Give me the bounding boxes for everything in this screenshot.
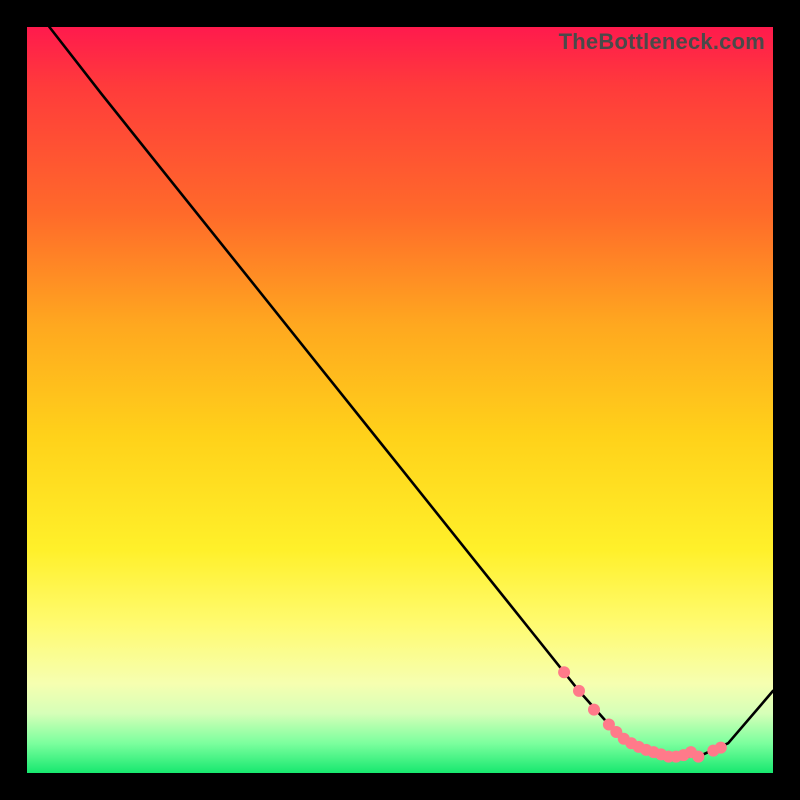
valley-marker-dot (558, 666, 570, 678)
chart-frame: TheBottleneck.com (0, 0, 800, 800)
bottleneck-curve (49, 27, 773, 757)
valley-marker-dot (573, 685, 585, 697)
chart-svg (27, 27, 773, 773)
valley-markers (558, 666, 727, 762)
plot-area: TheBottleneck.com (27, 27, 773, 773)
valley-marker-dot (588, 704, 600, 716)
valley-marker-dot (692, 751, 704, 763)
valley-marker-dot (715, 742, 727, 754)
